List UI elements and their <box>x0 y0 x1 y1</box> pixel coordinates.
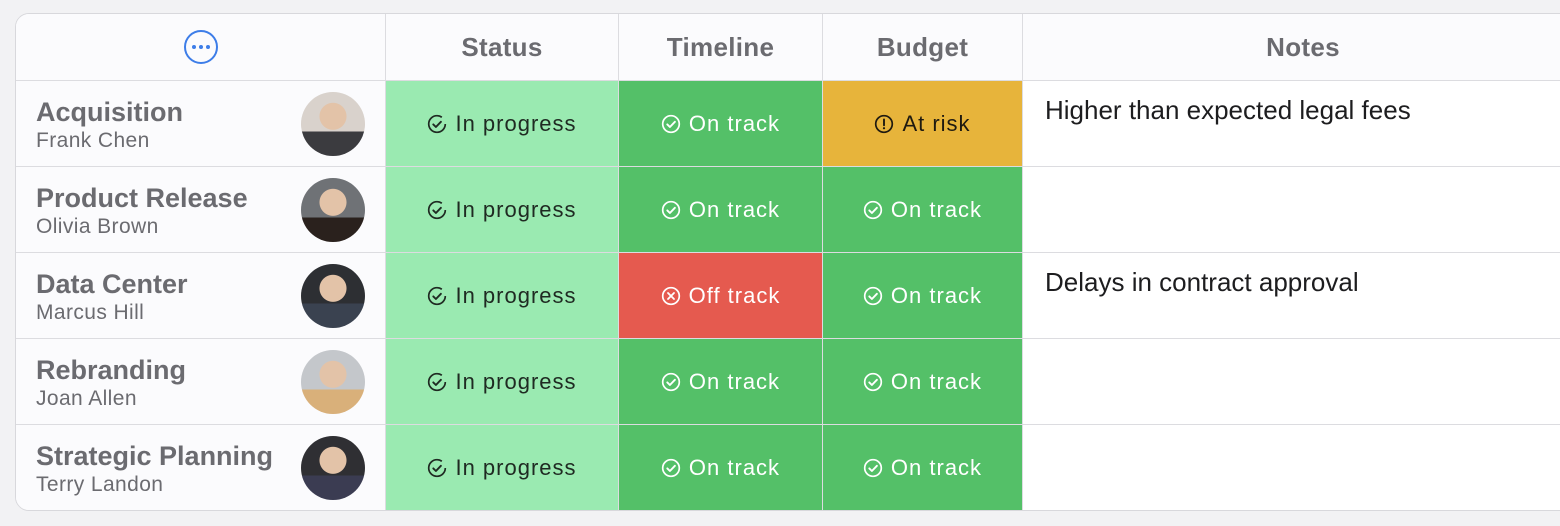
check-circle-icon <box>661 372 689 392</box>
clock-check-icon <box>427 286 455 306</box>
status-label: On track <box>688 455 781 480</box>
status-label: In progress <box>455 110 577 136</box>
clock-check-icon <box>427 458 455 478</box>
header-budget[interactable]: Budget <box>823 14 1023 81</box>
header-notes[interactable]: Notes <box>1023 14 1560 81</box>
header-status[interactable]: Status <box>386 14 619 81</box>
status-label: At risk <box>902 110 971 136</box>
clock-check-icon <box>427 200 455 220</box>
status-label: On track <box>890 455 983 480</box>
project-title: Product Release <box>36 182 248 213</box>
avatar <box>301 263 365 328</box>
timeline-cell[interactable]: On track <box>619 167 823 253</box>
project-info: Product Release Olivia Brown <box>36 180 248 240</box>
status-label: On track <box>688 196 781 222</box>
budget-cell[interactable]: On track <box>823 339 1023 425</box>
status-cell[interactable]: In progress <box>386 253 619 339</box>
project-owner: Marcus Hill <box>36 300 145 324</box>
check-circle-icon <box>863 200 891 220</box>
notes-cell[interactable] <box>1023 425 1560 510</box>
timeline-cell[interactable]: On track <box>619 425 823 510</box>
project-owner: Frank Chen <box>36 128 150 152</box>
more-options-icon[interactable] <box>183 30 218 64</box>
check-circle-icon <box>863 286 891 306</box>
budget-cell[interactable]: On track <box>823 425 1023 510</box>
status-label: On track <box>890 282 983 308</box>
project-info: Rebranding Joan Allen <box>36 352 186 412</box>
timeline-cell[interactable]: Off track <box>619 253 823 339</box>
status-label: On track <box>688 110 781 136</box>
notes-cell[interactable] <box>1023 339 1560 425</box>
project-cell[interactable]: Product Release Olivia Brown <box>16 167 386 253</box>
project-owner: Olivia Brown <box>36 214 159 238</box>
check-circle-icon <box>863 458 891 478</box>
avatar <box>301 91 365 156</box>
timeline-cell[interactable]: On track <box>619 81 823 167</box>
check-circle-icon <box>661 114 689 134</box>
project-info: Data Center Marcus Hill <box>36 266 188 326</box>
project-title: Data Center <box>36 268 188 299</box>
notes-cell[interactable]: Delays in contract approval <box>1023 253 1560 339</box>
project-info: Strategic Planning Terry Landon <box>36 438 273 498</box>
project-title: Acquisition <box>36 96 183 127</box>
project-title: Rebranding <box>36 354 187 385</box>
status-label: Off track <box>688 282 781 308</box>
status-label: On track <box>890 196 983 222</box>
project-cell[interactable]: Data Center Marcus Hill <box>16 253 386 339</box>
status-label: In progress <box>455 282 577 308</box>
budget-cell[interactable]: At risk <box>823 81 1023 167</box>
avatar <box>301 349 365 414</box>
project-cell[interactable]: Strategic Planning Terry Landon <box>16 425 386 510</box>
header-options-cell <box>16 14 386 81</box>
clock-check-icon <box>427 114 455 134</box>
project-status-table: Status Timeline Budget Notes Acquisition… <box>15 13 1560 511</box>
header-timeline[interactable]: Timeline <box>619 14 823 81</box>
status-cell[interactable]: In progress <box>386 339 619 425</box>
status-label: On track <box>890 368 983 394</box>
check-circle-icon <box>661 458 689 478</box>
clock-check-icon <box>427 372 455 392</box>
budget-cell[interactable]: On track <box>823 167 1023 253</box>
status-label: In progress <box>455 455 577 480</box>
status-cell[interactable]: In progress <box>386 425 619 510</box>
project-cell[interactable]: Rebranding Joan Allen <box>16 339 386 425</box>
budget-cell[interactable]: On track <box>823 253 1023 339</box>
project-info: Acquisition Frank Chen <box>36 94 183 154</box>
status-cell[interactable]: In progress <box>386 167 619 253</box>
check-circle-icon <box>863 372 891 392</box>
check-circle-icon <box>661 200 689 220</box>
project-owner: Terry Landon <box>36 473 164 496</box>
avatar <box>301 436 365 500</box>
project-owner: Joan Allen <box>36 386 137 410</box>
status-label: On track <box>688 368 781 394</box>
x-circle-icon <box>661 286 689 306</box>
status-label: In progress <box>455 196 577 222</box>
project-title: Strategic Planning <box>36 441 274 471</box>
project-cell[interactable]: Acquisition Frank Chen <box>16 81 386 167</box>
exclamation-circle-icon <box>874 114 902 134</box>
avatar <box>301 177 365 242</box>
status-cell[interactable]: In progress <box>386 81 619 167</box>
notes-cell[interactable] <box>1023 167 1560 253</box>
timeline-cell[interactable]: On track <box>619 339 823 425</box>
table-grid: Status Timeline Budget Notes Acquisition… <box>16 14 1560 510</box>
notes-cell[interactable]: Higher than expected legal fees <box>1023 81 1560 167</box>
status-label: In progress <box>455 368 577 394</box>
